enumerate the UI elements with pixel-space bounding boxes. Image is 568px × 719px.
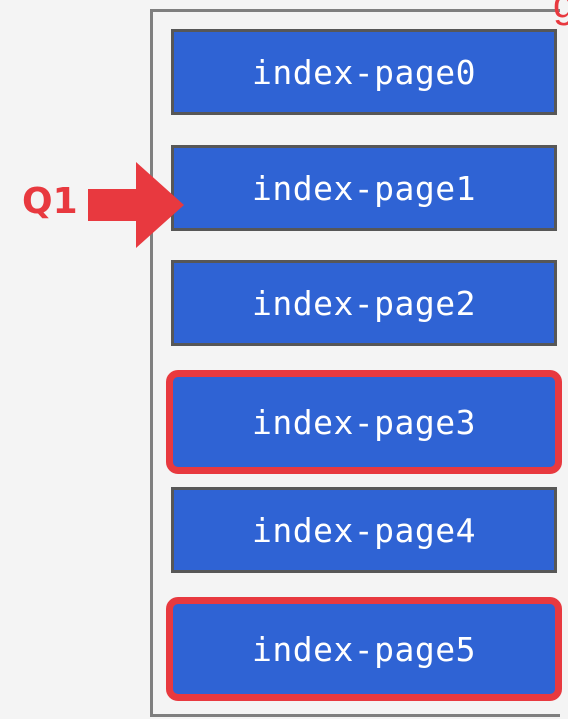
query-arrow-icon [88, 162, 184, 248]
index-page-0: index-page0 [171, 29, 557, 115]
index-page-5-label: index-page5 [251, 629, 477, 669]
index-page-5: index-page5 [166, 597, 562, 701]
index-page-4: index-page4 [171, 487, 557, 573]
index-page-3-label: index-page3 [251, 402, 477, 442]
index-page-2: index-page2 [171, 260, 557, 346]
index-page-3: index-page3 [166, 370, 562, 474]
index-page-1: index-page1 [171, 145, 557, 231]
query-label: Q1 [22, 181, 78, 222]
index-page-0-label: index-page0 [251, 52, 477, 92]
index-page-1-label: index-page1 [251, 168, 477, 208]
index-page-4-label: index-page4 [251, 510, 477, 550]
index-page-2-label: index-page2 [251, 283, 477, 323]
clipped-title-glyph: g [553, 0, 568, 26]
